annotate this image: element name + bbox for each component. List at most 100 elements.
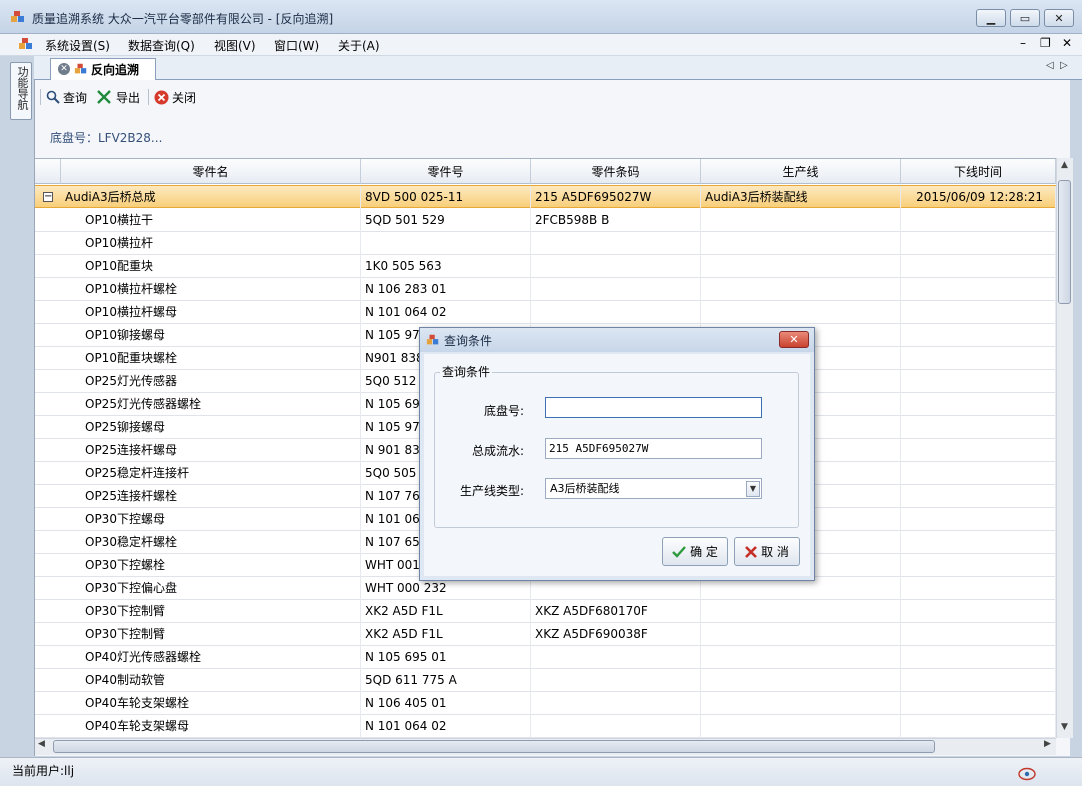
cell-part-no: 5QD 501 529	[361, 209, 531, 232]
tab-scroll-right-icon[interactable]: ▷	[1060, 60, 1068, 71]
cell-part-name: OP25灯光传感器螺栓	[61, 393, 361, 416]
excel-export-icon	[97, 90, 111, 104]
query-group-title: 查询条件	[440, 363, 493, 380]
table-row[interactable]: OP10横拉杆螺栓 N 106 283 01	[35, 278, 1056, 301]
mdi-minimize-icon[interactable]: –	[1020, 36, 1026, 50]
chassis-input[interactable]	[545, 397, 762, 418]
table-row[interactable]: OP40车轮支架螺栓 N 106 405 01	[35, 692, 1056, 715]
cell-part-name: OP25连接杆螺母	[61, 439, 361, 462]
status-bar	[0, 757, 1082, 786]
line-type-select[interactable]: A3后桥装配线	[545, 478, 762, 499]
grid-header-part-no[interactable]: 零件号	[361, 159, 531, 184]
line-type-field-label: 生产线类型:	[460, 484, 525, 498]
cell-part-name: OP30下控偏心盘	[61, 577, 361, 600]
cell-part-name: OP25连接杆螺栓	[61, 485, 361, 508]
grid-header-offline-time[interactable]: 下线时间	[901, 159, 1056, 184]
ok-button[interactable]: 确 定	[662, 537, 728, 566]
cell-line	[701, 255, 901, 278]
cell-offline-time	[901, 278, 1056, 301]
cell-part-no: N 106 405 01	[361, 692, 531, 715]
table-row[interactable]: OP40制动软管 5QD 611 775 A	[35, 669, 1056, 692]
close-tab-button[interactable]: 关闭	[154, 88, 196, 106]
close-circle-icon	[154, 90, 169, 104]
cell-barcode	[531, 669, 701, 692]
menu-about[interactable]: 关于(A)	[338, 37, 380, 54]
cell-offline-time	[901, 347, 1056, 370]
horizontal-scroll-thumb[interactable]	[53, 740, 935, 753]
cell-barcode	[531, 692, 701, 715]
vertical-scroll-thumb[interactable]	[1058, 180, 1071, 304]
grid-header-expander	[35, 159, 61, 184]
grid-header-line[interactable]: 生产线	[701, 159, 901, 184]
menu-system-settings[interactable]: 系统设置(S)	[45, 37, 110, 54]
cell-part-name: OP30下控螺母	[61, 508, 361, 531]
table-row[interactable]: OP30下控制臂 XK2 A5D F1L XKZ A5DF690038F	[35, 623, 1056, 646]
mdi-app-icon[interactable]	[18, 36, 34, 52]
serial-field-label: 总成流水:	[472, 444, 525, 458]
minimize-icon: ▁	[986, 11, 996, 25]
maximize-icon: ▭	[1019, 11, 1031, 25]
chevron-down-icon[interactable]: ▼	[746, 481, 760, 497]
menu-data-query[interactable]: 数据查询(Q)	[128, 37, 195, 54]
table-row-parent[interactable]: − AudiA3后桥总成 8VD 500 025-11 215 A5DF6950…	[35, 185, 1056, 209]
cell-part-name: OP25灯光传感器	[61, 370, 361, 393]
cell-barcode: 215 A5DF695027W	[531, 186, 701, 209]
mdi-close-icon[interactable]: ✕	[1062, 36, 1072, 50]
cell-barcode	[531, 255, 701, 278]
grid-header-part-name[interactable]: 零件名	[61, 159, 361, 184]
mdi-restore-icon[interactable]: ❐	[1040, 36, 1051, 50]
cell-part-name: OP10横拉杆螺母	[61, 301, 361, 324]
cell-offline-time	[901, 715, 1056, 738]
table-row[interactable]: OP10配重块 1K0 505 563	[35, 255, 1056, 278]
chassis-number-label: 底盘号：LFV2B28...	[50, 131, 163, 145]
minimize-button[interactable]: ▁	[976, 9, 1006, 27]
cell-offline-time	[901, 209, 1056, 232]
cancel-button[interactable]: 取 消	[734, 537, 800, 566]
cell-part-name: OP10配重块螺栓	[61, 347, 361, 370]
cell-offline-time	[901, 554, 1056, 577]
collapse-icon[interactable]: −	[43, 192, 53, 202]
query-label: 查询	[63, 90, 88, 105]
cell-part-name: OP40车轮支架螺母	[61, 715, 361, 738]
tab-close-icon[interactable]: ✕	[58, 63, 70, 75]
dialog-close-button[interactable]: ✕	[779, 331, 809, 348]
cell-line	[701, 600, 901, 623]
cell-offline-time	[901, 462, 1056, 485]
cell-part-name: OP40车轮支架螺栓	[61, 692, 361, 715]
table-row[interactable]: OP10横拉干 5QD 501 529 2FCB598B B	[35, 209, 1056, 232]
close-icon: ✕	[789, 333, 799, 346]
tab-scroll-left-icon[interactable]: ◁	[1046, 60, 1054, 71]
cell-barcode: XKZ A5DF690038F	[531, 623, 701, 646]
assembly-serial-input[interactable]	[545, 438, 762, 459]
menu-view[interactable]: 视图(V)	[214, 37, 256, 54]
scroll-up-icon[interactable]: ▲	[1057, 160, 1072, 175]
table-row[interactable]: OP10横拉杆	[35, 232, 1056, 255]
cell-offline-time	[901, 393, 1056, 416]
cell-line	[701, 715, 901, 738]
cell-offline-time	[901, 623, 1056, 646]
query-button[interactable]: 查询	[46, 88, 87, 106]
cell-line	[701, 646, 901, 669]
grid-header-barcode[interactable]: 零件条码	[531, 159, 701, 184]
scroll-left-icon[interactable]: ◀	[38, 739, 45, 749]
table-row[interactable]: OP40灯光传感器螺栓 N 105 695 01	[35, 646, 1056, 669]
scroll-down-icon[interactable]: ▼	[1057, 722, 1072, 737]
chassis-field-label: 底盘号:	[484, 404, 525, 418]
cell-line	[701, 232, 901, 255]
table-row[interactable]: OP10横拉杆螺母 N 101 064 02	[35, 301, 1056, 324]
menu-window[interactable]: 窗口(W)	[274, 37, 319, 54]
search-icon	[46, 90, 60, 104]
tab-app-icon	[74, 63, 87, 74]
cell-offline-time	[901, 232, 1056, 255]
table-row[interactable]: OP40车轮支架螺母 N 101 064 02	[35, 715, 1056, 738]
table-row[interactable]: OP30下控制臂 XK2 A5D F1L XKZ A5DF680170F	[35, 600, 1056, 623]
export-label: 导出	[116, 90, 141, 105]
toolbar-separator	[40, 89, 41, 105]
maximize-button[interactable]: ▭	[1010, 9, 1040, 27]
scroll-right-icon[interactable]: ▶	[1044, 739, 1051, 749]
export-button[interactable]: 导出	[97, 88, 140, 106]
cell-offline-time	[901, 669, 1056, 692]
close-button[interactable]: ✕	[1044, 9, 1074, 27]
cell-part-no: N 101 064 02	[361, 301, 531, 324]
cell-offline-time	[901, 370, 1056, 393]
